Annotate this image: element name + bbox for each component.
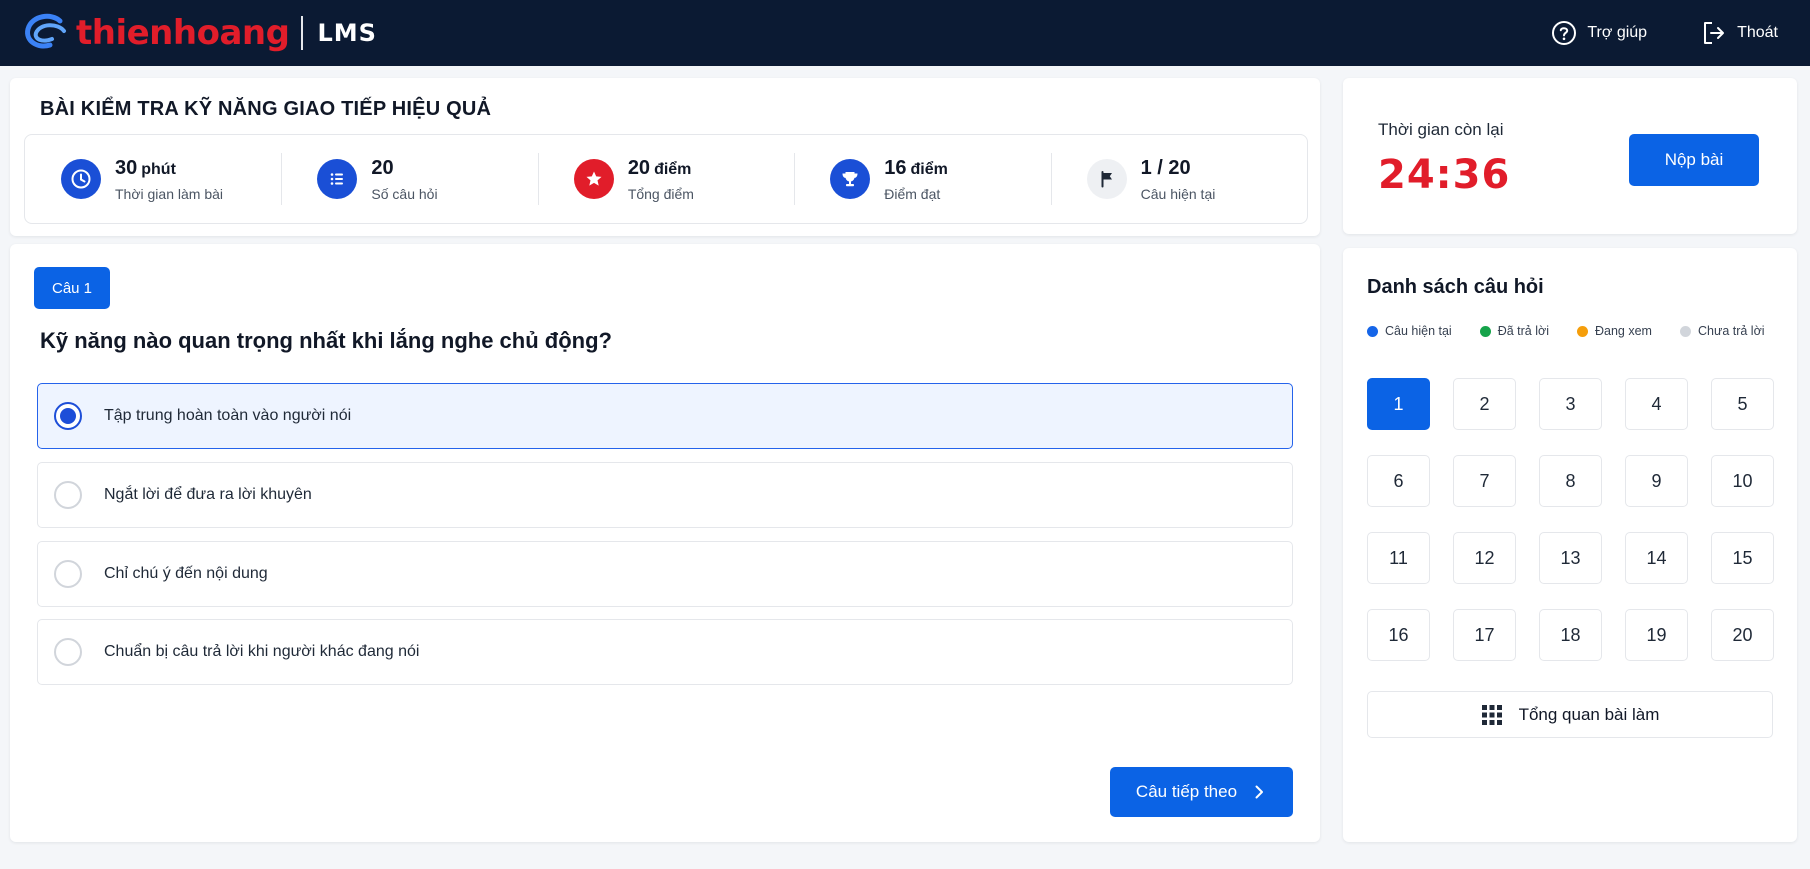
answer-option-text: Tập trung hoàn toàn vào người nói xyxy=(104,407,352,424)
exam-overview-button[interactable]: Tổng quan bài làm xyxy=(1367,691,1773,738)
time-remaining-value: 24:36 xyxy=(1378,152,1511,198)
answer-option-text: Ngắt lời để đưa ra lời khuyên xyxy=(104,486,312,503)
question-number-cell[interactable]: 20 xyxy=(1711,609,1774,661)
legend-dot xyxy=(1576,325,1588,337)
stat-current-question: 1 / 20 Câu hiện tại xyxy=(1050,151,1307,207)
timer-card: Thời gian còn lại 24:36 Nộp bài xyxy=(1343,78,1797,234)
stat-duration: 30 phút Thời gian làm bài xyxy=(25,151,281,207)
radio-button[interactable] xyxy=(54,560,82,588)
grid-icon xyxy=(1481,704,1502,725)
stat-total-score-unit: điểm xyxy=(654,160,692,178)
question-number-badge: Câu 1 xyxy=(34,267,110,309)
legend-dot xyxy=(1479,325,1491,337)
question-number-cell[interactable]: 18 xyxy=(1539,609,1602,661)
question-number-cell[interactable]: 13 xyxy=(1539,532,1602,584)
legend-item-answered: Đã trả lời xyxy=(1479,324,1549,338)
question-number-cell[interactable]: 15 xyxy=(1711,532,1774,584)
time-remaining-label: Thời gian còn lại xyxy=(1378,120,1504,139)
radio-button[interactable] xyxy=(54,402,82,430)
question-number-cell[interactable]: 8 xyxy=(1539,455,1602,507)
stat-question-count-label: Số câu hỏi xyxy=(371,185,438,202)
legend-dot xyxy=(1679,325,1691,337)
question-number-grid: 1 2 3 4 5 6 7 8 9 10 11 12 13 14 15 16 17 18 19 20 xyxy=(1367,378,1774,661)
stat-duration-value: 30 phút xyxy=(115,156,176,179)
question-text: Kỹ năng nào quan trọng nhất khi lắng ngh… xyxy=(40,328,612,353)
legend-item-viewing: Đang xem xyxy=(1576,324,1652,338)
question-number-cell[interactable]: 6 xyxy=(1367,455,1430,507)
question-number-cell[interactable]: 12 xyxy=(1453,532,1516,584)
stat-pass-score-value: 16 điểm xyxy=(884,156,948,179)
stat-current-question-value: 1 / 20 xyxy=(1140,156,1191,179)
legend-dot xyxy=(1367,325,1378,337)
question-number-cell[interactable]: 11 xyxy=(1367,532,1430,584)
star-icon xyxy=(573,159,614,199)
top-bar: thienhoang LMS Trợ giúp Thoát xyxy=(0,0,1810,66)
clock-icon xyxy=(61,159,101,199)
question-number-cell[interactable]: 1 xyxy=(1367,378,1430,430)
brand[interactable]: thienhoang LMS xyxy=(24,13,377,53)
brand-name: thienhoang xyxy=(76,13,290,53)
question-status-legend: Câu hiện tại Đã trả lời Đang xem Chưa tr… xyxy=(1367,324,1765,338)
answer-option-text: Chuẩn bị câu trả lời khi người khác đang… xyxy=(104,643,420,660)
exam-overview-label: Tổng quan bài làm xyxy=(1518,704,1660,724)
question-card: Câu 1 Kỹ năng nào quan trọng nhất khi lắ… xyxy=(10,244,1320,842)
flag-icon xyxy=(1086,159,1127,199)
question-number-cell[interactable]: 9 xyxy=(1625,455,1688,507)
legend-item-unanswered: Chưa trả lời xyxy=(1679,324,1765,338)
logout-icon xyxy=(1704,22,1725,44)
question-number-cell[interactable]: 14 xyxy=(1625,532,1688,584)
top-actions: Trợ giúp Thoát xyxy=(1551,20,1786,46)
stat-current-question-label: Câu hiện tại xyxy=(1140,185,1216,202)
stat-pass-score-unit: điểm xyxy=(910,160,948,178)
legend-item-current: Câu hiện tại xyxy=(1367,324,1452,338)
stat-question-count-value: 20 xyxy=(371,156,394,179)
exam-header-card: BÀI KIỂM TRA KỸ NĂNG GIAO TIẾP HIỆU QUẢ … xyxy=(10,78,1320,236)
exam-stats: 30 phút Thời gian làm bài 20 Số câu hỏi 2… xyxy=(24,134,1308,224)
logout-label: Thoát xyxy=(1737,24,1778,41)
stat-duration-unit: phút xyxy=(141,160,176,178)
question-number-cell[interactable]: 5 xyxy=(1711,378,1774,430)
submit-button[interactable]: Nộp bài xyxy=(1629,134,1759,186)
radio-button[interactable] xyxy=(54,481,82,509)
stat-duration-label: Thời gian làm bài xyxy=(115,185,224,202)
stat-total-score-label: Tổng điểm xyxy=(627,185,694,202)
question-number-cell[interactable]: 19 xyxy=(1625,609,1688,661)
answer-option[interactable]: Ngắt lời để đưa ra lời khuyên xyxy=(37,462,1293,528)
question-number-cell[interactable]: 17 xyxy=(1453,609,1516,661)
stat-pass-score: 16 điểm Điểm đạt xyxy=(794,151,1050,207)
stat-question-count: 20 Số câu hỏi xyxy=(281,151,537,207)
question-number-cell[interactable]: 16 xyxy=(1367,609,1430,661)
exam-title: BÀI KIỂM TRA KỸ NĂNG GIAO TIẾP HIỆU QUẢ xyxy=(40,98,492,120)
brand-divider xyxy=(301,16,304,50)
help-button[interactable]: Trợ giúp xyxy=(1551,20,1647,46)
chevron-right-icon xyxy=(1255,785,1264,799)
radio-button[interactable] xyxy=(54,638,82,666)
help-label: Trợ giúp xyxy=(1587,24,1648,41)
answer-option[interactable]: Chỉ chú ý đến nội dung xyxy=(37,541,1293,607)
logout-button[interactable]: Thoát xyxy=(1701,20,1778,46)
answer-option-text: Chỉ chú ý đến nội dung xyxy=(104,565,268,582)
question-number-cell[interactable]: 3 xyxy=(1539,378,1602,430)
stat-pass-score-label: Điểm đạt xyxy=(884,185,941,202)
brand-product: LMS xyxy=(317,19,377,47)
question-number-cell[interactable]: 2 xyxy=(1453,378,1516,430)
trophy-icon xyxy=(830,159,871,199)
next-question-label: Câu tiếp theo xyxy=(1135,782,1238,801)
list-icon xyxy=(317,159,358,199)
stat-total-score: 20 điểm Tổng điểm xyxy=(537,151,794,207)
stat-total-score-value: 20 điểm xyxy=(627,156,692,179)
question-number-cell[interactable]: 4 xyxy=(1625,378,1688,430)
answer-option[interactable]: Chuẩn bị câu trả lời khi người khác đang… xyxy=(37,619,1293,685)
next-question-button[interactable]: Câu tiếp theo xyxy=(1110,767,1293,817)
radio-selected-dot xyxy=(60,408,76,424)
question-list-title: Danh sách câu hỏi xyxy=(1367,276,1544,298)
question-number-cell[interactable]: 7 xyxy=(1453,455,1516,507)
answer-option[interactable]: Tập trung hoàn toàn vào người nói xyxy=(37,383,1293,449)
question-list-card: Danh sách câu hỏi Câu hiện tại Đã trả lờ… xyxy=(1343,248,1797,842)
help-icon xyxy=(1552,21,1577,45)
question-number-cell[interactable]: 10 xyxy=(1711,455,1774,507)
brand-logo-icon xyxy=(25,13,66,49)
